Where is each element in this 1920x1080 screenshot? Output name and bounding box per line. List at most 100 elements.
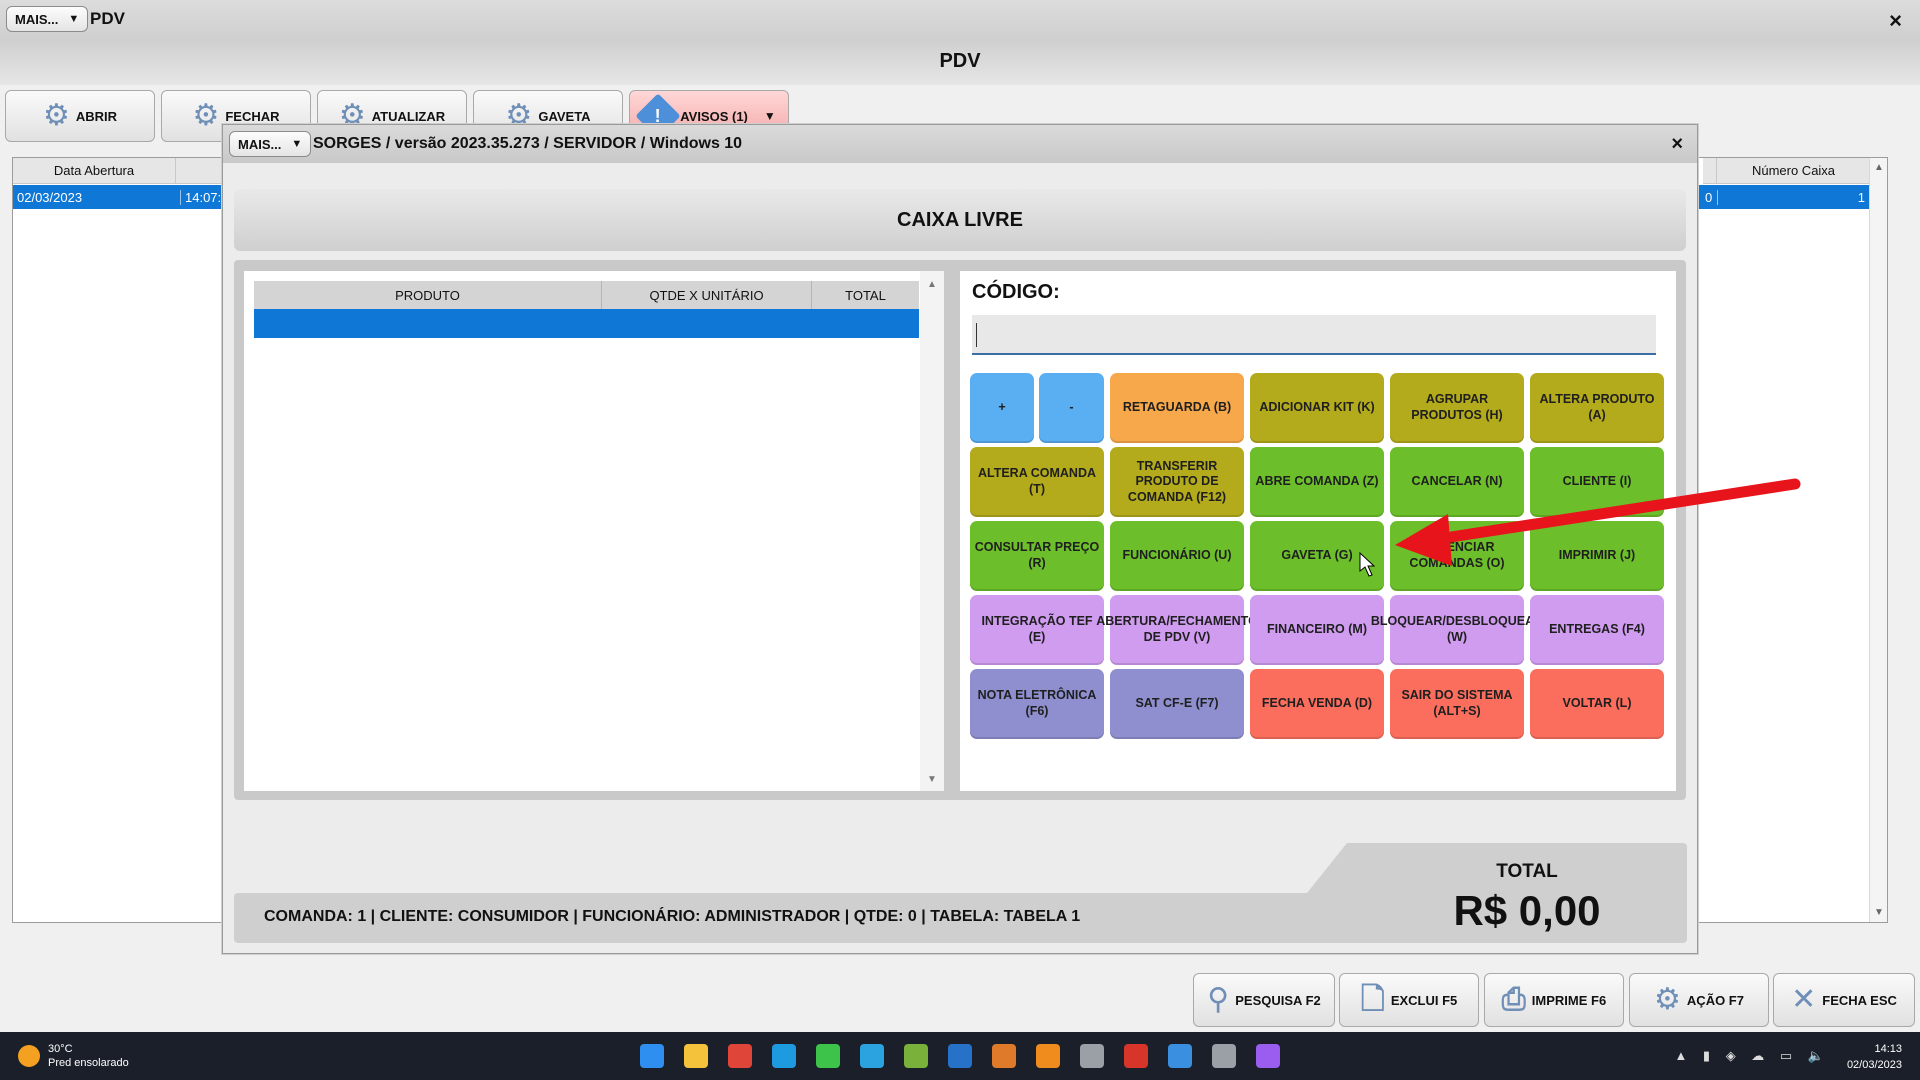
scrollbar[interactable]: ▲ ▼ — [1869, 158, 1887, 922]
key-entregas-f4[interactable]: ENTREGAS (F4) — [1530, 595, 1664, 665]
key-agrupar-produtos-h[interactable]: AGRUPAR PRODUTOS (H) — [1390, 373, 1524, 443]
key-gaveta-g[interactable]: GAVETA (G) — [1250, 521, 1384, 591]
start-icon[interactable] — [640, 1044, 664, 1068]
avisos-label: AVISOS (1) — [680, 108, 748, 124]
acao-label: AÇÃO F7 — [1686, 992, 1744, 1008]
weather-text: Pred ensolarado — [48, 1057, 129, 1070]
firefox-icon[interactable] — [1036, 1044, 1060, 1068]
key-altera-comanda-t[interactable]: ALTERA COMANDA (T) — [970, 447, 1104, 517]
scroll-down-icon[interactable]: ▼ — [927, 774, 937, 785]
column-header-produto[interactable]: PRODUTO — [254, 281, 602, 309]
key-integra-o-tef-e[interactable]: INTEGRAÇÃO TEF (E) — [970, 595, 1104, 665]
close-icon: ✕ — [1791, 983, 1817, 1016]
chevron-down-icon: ▼ — [68, 13, 80, 25]
abrir-button[interactable]: ⚙ ABRIR — [5, 90, 155, 142]
window-title: PDV — [90, 9, 125, 28]
footer-status-text: COMANDA: 1 | CLIENTE: CONSUMIDOR | FUNCI… — [264, 908, 1081, 925]
acao-button[interactable]: ⚙ AÇÃO F7 — [1629, 973, 1769, 1027]
scroll-up-icon[interactable]: ▲ — [1874, 162, 1884, 173]
codigo-label: CÓDIGO: — [972, 281, 1060, 303]
scroll-down-icon[interactable]: ▼ — [1874, 907, 1884, 918]
key-sat-cf-e-f7[interactable]: SAT CF-E (F7) — [1110, 669, 1244, 739]
dialog-mais-button[interactable]: MAIS... ▼ — [229, 131, 312, 157]
key-retaguarda-b[interactable]: RETAGUARDA (B) — [1110, 373, 1244, 443]
key-imprimir-j[interactable]: IMPRIMIR (J) — [1530, 521, 1664, 591]
status-banner: CAIXA LIVRE — [234, 189, 1686, 251]
minus-button[interactable]: - — [1039, 373, 1104, 443]
clock[interactable]: 14:13 02/03/2023 — [1847, 1042, 1902, 1074]
key-nota-eletr-nica-f6[interactable]: NOTA ELETRÔNICA (F6) — [970, 669, 1104, 739]
chevron-down-icon: ▼ — [291, 138, 303, 150]
pesquisa-label: PESQUISA F2 — [1235, 992, 1321, 1008]
file-explorer-icon[interactable] — [684, 1044, 708, 1068]
pesquisa-button[interactable]: ⚲ PESQUISA F2 — [1193, 973, 1335, 1027]
key-funcion-rio-u[interactable]: FUNCIONÁRIO (U) — [1110, 521, 1244, 591]
gear-icon: ⚙ — [192, 99, 220, 132]
taskbar: 30°C Pred ensolarado ▲ ▮ ◈ ☁ ▭ 🔈 14:13 0… — [0, 1032, 1920, 1080]
telegram-icon[interactable] — [860, 1044, 884, 1068]
notes-icon[interactable] — [1168, 1044, 1192, 1068]
edge-icon[interactable] — [772, 1044, 796, 1068]
key-adicionar-kit-k[interactable]: ADICIONAR KIT (K) — [1250, 373, 1384, 443]
temperature: 30°C — [48, 1043, 73, 1055]
atualizar-label: ATUALIZAR — [371, 108, 446, 124]
plus-button[interactable]: + — [970, 373, 1034, 443]
key-cancelar-n[interactable]: CANCELAR (N) — [1390, 447, 1524, 517]
fecha-label: FECHA ESC — [1822, 992, 1897, 1008]
key-abre-comanda-z[interactable]: ABRE COMANDA (Z) — [1250, 447, 1384, 517]
column-header-qtde[interactable]: QTDE X UNITÁRIO — [602, 281, 812, 309]
abrir-label: ABRIR — [75, 108, 118, 124]
search-icon: ⚲ — [1207, 983, 1230, 1016]
codigo-input[interactable] — [972, 315, 1656, 355]
whatsapp-icon[interactable] — [816, 1044, 840, 1068]
product-panel: PRODUTO QTDE X UNITÁRIO TOTAL ▲ ▼ — [244, 271, 944, 791]
scroll-up-icon[interactable]: ▲ — [927, 279, 937, 290]
weather-widget[interactable]: 30°C Pred ensolarado — [18, 1042, 129, 1071]
sun-icon — [18, 1045, 40, 1068]
outer-titlebar — [0, 0, 1920, 40]
total-label: TOTAL — [1496, 861, 1558, 882]
sorges-icon[interactable] — [1080, 1044, 1104, 1068]
fechar-label: FECHAR — [225, 108, 280, 124]
chevron-down-icon[interactable]: ▼ — [764, 109, 776, 123]
sorges-pdv-icon[interactable] — [1212, 1044, 1236, 1068]
data-abertura-cell: 02/03/2023 — [17, 189, 83, 205]
numero-caixa-cell: 1 — [1717, 189, 1867, 205]
exclui-button[interactable]: 🗋 EXCLUI F5 — [1339, 973, 1479, 1027]
column-header-total[interactable]: TOTAL — [812, 281, 919, 309]
filezilla-icon[interactable] — [1124, 1044, 1148, 1068]
key-altera-produto-a[interactable]: ALTERA PRODUTO (A) — [1530, 373, 1664, 443]
close-icon[interactable]: × — [1671, 133, 1683, 156]
gear-icon: ⚙ — [42, 99, 70, 132]
scrollbar[interactable]: ▲ ▼ — [920, 271, 944, 791]
gear-icon: ⚙ — [1654, 983, 1681, 1016]
mais-label: MAIS... — [238, 136, 282, 152]
column-header[interactable]: Número Caixa — [1717, 158, 1871, 184]
key-sair-do-sistema-alt-s[interactable]: SAIR DO SISTEMA (ALT+S) — [1390, 669, 1524, 739]
system-tray[interactable]: ▲ ▮ ◈ ☁ ▭ 🔈 — [1674, 1048, 1830, 1064]
key-abertura-fechamento-de-pdv-v[interactable]: ABERTURA/FECHAMENTO DE PDV (V) — [1096, 595, 1258, 665]
total-box: TOTAL R$ 0,00 — [1307, 843, 1687, 943]
key-voltar-l[interactable]: VOLTAR (L) — [1530, 669, 1664, 739]
video-icon[interactable] — [1256, 1044, 1280, 1068]
imprime-button[interactable]: ⎙ IMPRIME F6 — [1484, 973, 1624, 1027]
column-header[interactable]: Data Abertura — [13, 158, 176, 184]
column-header[interactable] — [1703, 158, 1717, 184]
key-consultar-pre-o-r[interactable]: CONSULTAR PREÇO (R) — [970, 521, 1104, 591]
notepad-icon[interactable] — [904, 1044, 928, 1068]
outer-mais-button[interactable]: MAIS... ▼ — [6, 6, 89, 32]
key-fecha-venda-d[interactable]: FECHA VENDA (D) — [1250, 669, 1384, 739]
key-financeiro-m[interactable]: FINANCEIRO (M) — [1250, 595, 1384, 665]
key-bloquear-desbloquear-w[interactable]: BLOQUEAR/DESBLOQUEAR (W) — [1371, 595, 1543, 665]
key-cliente-i[interactable]: CLIENTE (I) — [1530, 447, 1664, 517]
key-transferir-produto-de-comanda-f12[interactable]: TRANSFERIR PRODUTO DE COMANDA (F12) — [1110, 447, 1244, 517]
exclui-label: EXCLUI F5 — [1390, 992, 1458, 1008]
close-icon[interactable]: × — [1889, 8, 1902, 34]
key-gerenciar-comandas-o[interactable]: GERENCIAR COMANDAS (O) — [1390, 521, 1524, 591]
outlook-icon[interactable] — [948, 1044, 972, 1068]
table-row[interactable] — [254, 309, 919, 338]
app-icon[interactable] — [992, 1044, 1016, 1068]
fecha-button[interactable]: ✕ FECHA ESC — [1773, 973, 1915, 1027]
imprime-label: IMPRIME F6 — [1531, 992, 1607, 1008]
chrome-icon[interactable] — [728, 1044, 752, 1068]
